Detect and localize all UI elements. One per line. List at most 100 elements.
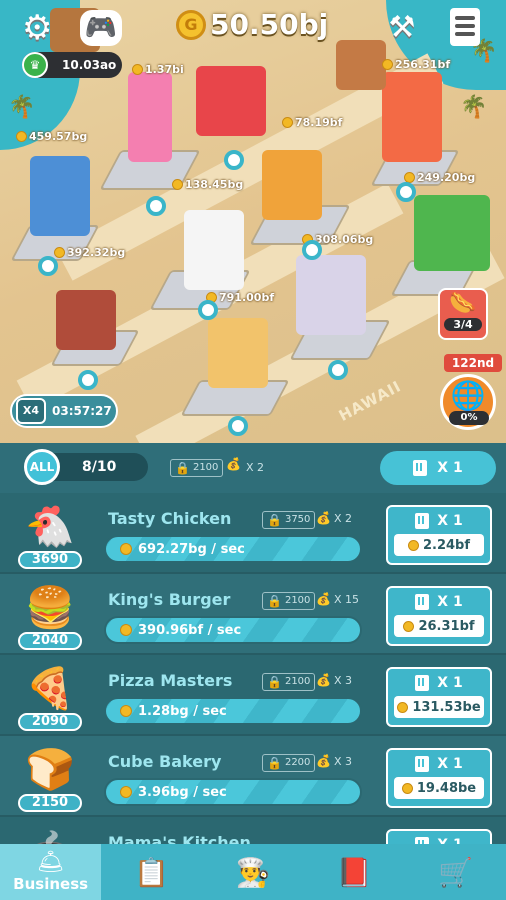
bag-multiplier: X 2 (246, 461, 265, 474)
business-name: Mama's Kitchen (108, 833, 251, 844)
ad-boost-timer[interactable]: X4 03:57:27 (10, 394, 118, 428)
palm-tree-icon: 🌴 (460, 95, 488, 120)
coin-balance: G 50.50bj (176, 8, 328, 41)
lock-icon: 🔒 (267, 756, 282, 770)
coin-icon (382, 59, 393, 70)
cart-icon: 🛒 (437, 855, 473, 889)
buy-button[interactable]: X 1 19.48be (386, 748, 492, 808)
building-icon (415, 756, 430, 772)
coffee-restaurant[interactable] (30, 156, 90, 236)
gamepad-icon[interactable]: 🎮 (80, 10, 122, 46)
earning-label: 1.37bi (132, 63, 184, 76)
moneybag-icon: 💰 (316, 754, 331, 768)
buy-multiplier-button[interactable]: X 1 (380, 451, 496, 485)
moneybag-icon: 💰 (316, 511, 331, 525)
chicken-icon: 🐔 (25, 504, 75, 550)
chef-hat-icon: 👨‍🍳 (235, 855, 271, 889)
upgrade-ring-icon[interactable] (38, 256, 58, 276)
city-map[interactable]: 🌴 🌴 🌴 1.37bi 256.31bf 459.57bg 78.19bf 1… (0, 0, 506, 443)
board-icon: 📋 (134, 855, 170, 889)
icecream-restaurant[interactable] (128, 72, 172, 162)
tab-menu[interactable]: 📕 (304, 844, 405, 900)
coin-icon (407, 539, 419, 551)
gear-icon[interactable]: ⚙ (22, 10, 58, 46)
coin-icon (54, 247, 65, 258)
chicken-restaurant[interactable] (184, 210, 244, 290)
building-icon (415, 675, 430, 691)
coin-icon (282, 117, 293, 128)
lock-requirement: 🔒 2100 (262, 673, 316, 691)
all-button[interactable]: ALL (24, 449, 60, 485)
burger-icon: 🍔 (25, 585, 75, 631)
upgrade-ring-icon[interactable] (328, 360, 348, 380)
upgrade-ring-icon[interactable] (302, 240, 322, 260)
lock-requirement: 🔒 2200 (262, 754, 316, 772)
earning-label: 138.45bg (172, 178, 243, 191)
buy-button[interactable]: X 1 (386, 829, 492, 844)
crown-balance[interactable]: ♛ 10.03ao (22, 52, 122, 78)
pizza-restaurant[interactable] (382, 72, 442, 162)
quest-progress: 3/4 (444, 318, 482, 331)
income-bar: 1.28bg / sec (104, 697, 362, 725)
coin-icon (397, 701, 409, 713)
boost-timer: 03:57:27 (52, 404, 112, 418)
tab-shop[interactable]: 🛒 (405, 844, 506, 900)
coin-icon (120, 786, 132, 798)
business-level: 2040 (18, 632, 82, 650)
coin-icon (401, 782, 413, 794)
business-name: Pizza Masters (108, 671, 233, 690)
bag-multiplier: 💰 X 2 (316, 511, 352, 525)
building-icon (415, 513, 430, 529)
business-level: 2090 (18, 713, 82, 731)
globe-button[interactable]: 🌐 0% (440, 374, 496, 430)
hotdog-quest-bubble[interactable]: 🌭 3/4 (438, 288, 488, 340)
business-row-pizza-masters: 🍕 2090 Pizza Masters 🔒 2100 💰 X 3 1.28bg /… (0, 655, 506, 736)
rank-badge: 122nd (444, 354, 502, 372)
upgrade-ring-icon[interactable] (224, 150, 244, 170)
business-level: 2150 (18, 794, 82, 812)
earning-label: 791.00bf (206, 291, 274, 304)
upgrade-ring-icon[interactable] (396, 182, 416, 202)
upgrade-ring-icon[interactable] (146, 196, 166, 216)
hotdog-truck[interactable] (196, 66, 266, 136)
lock-requirement: 🔒 2100 (170, 459, 224, 477)
pancake-restaurant[interactable] (296, 255, 366, 335)
buy-button[interactable]: X 1 2.24bf (386, 505, 492, 565)
upgrade-ring-icon[interactable] (78, 370, 98, 390)
tab-business[interactable]: 🛎 Business (0, 844, 102, 900)
earning-label: 459.57bg (16, 130, 87, 143)
business-name: Tasty Chicken (108, 509, 232, 528)
moneybag-icon: 💰 (316, 592, 331, 606)
tv-icon: X4 (16, 398, 46, 424)
lock-icon: 🔒 (267, 594, 282, 608)
lock-icon: 🔒 (175, 461, 190, 475)
coin-icon (132, 64, 143, 75)
tab-chef[interactable]: 👨‍🍳 (202, 844, 303, 900)
crown-amount: 10.03ao (62, 58, 117, 72)
business-list[interactable]: 🐔 3690 Tasty Chicken 🔒 3750 💰 X 2 692.27bg… (0, 493, 506, 844)
bakery-restaurant[interactable] (208, 318, 268, 388)
building-icon (415, 594, 430, 610)
buy-button[interactable]: X 1 131.53be (386, 667, 492, 727)
document-icon[interactable] (450, 8, 480, 46)
lock-requirement: 🔒 2100 (262, 592, 316, 610)
buy-button[interactable]: X 1 26.31bf (386, 586, 492, 646)
burger-restaurant[interactable] (262, 150, 322, 220)
upgrade-ring-icon[interactable] (198, 300, 218, 320)
earning-label: 256.31bf (382, 58, 450, 71)
all-filter[interactable]: ALL 8/10 (24, 449, 148, 485)
business-row-cube-bakery: 🍞 2150 Cube Bakery 🔒 2200 💰 X 3 3.96bg / s… (0, 736, 506, 817)
taco-truck[interactable] (414, 195, 490, 271)
noodle-restaurant[interactable] (56, 290, 116, 350)
coin-icon (172, 179, 183, 190)
tab-manager[interactable]: 📋 (101, 844, 202, 900)
upgrade-ring-icon[interactable] (228, 416, 248, 436)
lock-icon: 🔒 (267, 675, 282, 689)
income-bar: 692.27bg / sec (104, 535, 362, 563)
business-name: King's Burger (108, 590, 231, 609)
moneybag-icon: 💰 (226, 457, 241, 471)
crown-icon: ♛ (22, 52, 48, 78)
coin-icon: G (176, 9, 206, 40)
income-bar: 3.96bg / sec (104, 778, 362, 806)
tools-icon[interactable]: ⚒ (382, 10, 422, 46)
